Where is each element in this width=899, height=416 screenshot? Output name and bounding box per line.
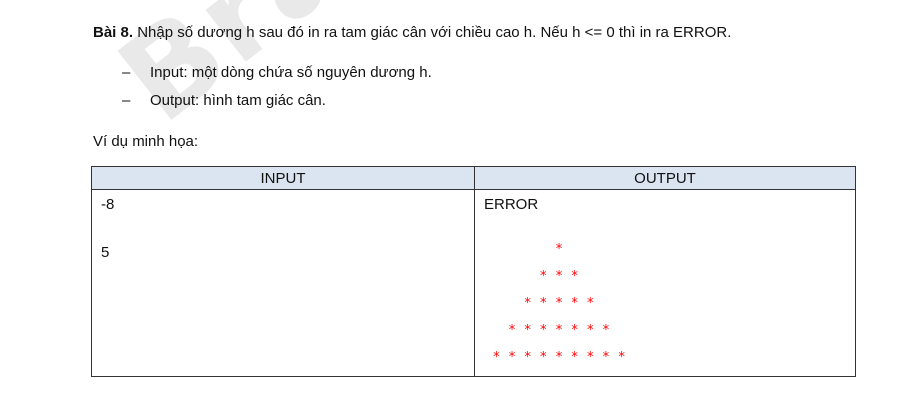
bullet-output: – Output: hình tam giác cân.: [122, 92, 326, 109]
problem-text: Nhập số dương h sau đó in ra tam giác câ…: [133, 24, 732, 41]
bullet-text: Input: một dòng chứa số nguyên dương h.: [150, 64, 432, 81]
triangle-row: * * * * * * * * *: [492, 350, 626, 365]
table-header-row: INPUT OUTPUT: [91, 166, 856, 190]
output-cell: ERROR * * * * * * * * * * * * * * * * * …: [474, 189, 856, 377]
table-row: -8 5 ERROR * * * * * * * * * * * * * * *…: [91, 189, 856, 377]
header-input: INPUT: [91, 166, 475, 190]
bullet-input: – Input: một dòng chứa số nguyên dương h.: [122, 64, 432, 81]
triangle-row: *: [555, 242, 563, 257]
input-cell: -8 5: [91, 189, 475, 377]
bullet-dash: –: [122, 92, 131, 109]
input-value: 5: [101, 244, 110, 261]
output-error: ERROR: [484, 196, 539, 213]
problem-title: Bài 8.: [93, 24, 134, 41]
example-label: Ví dụ minh họa:: [93, 133, 199, 150]
input-value: -8: [101, 196, 115, 213]
triangle-row: * * * * * * *: [508, 323, 610, 338]
bullet-dash: –: [122, 64, 131, 81]
example-table: INPUT OUTPUT -8 5 ERROR * * * * * * * * …: [91, 166, 856, 377]
triangle-row: * * * * *: [523, 296, 595, 311]
document: Bài 8. Nhập số dương h sau đó in ra tam …: [0, 0, 899, 416]
header-output: OUTPUT: [474, 166, 856, 190]
bullet-text: Output: hình tam giác cân.: [150, 92, 326, 109]
problem-statement: Bài 8. Nhập số dương h sau đó in ra tam …: [93, 24, 731, 41]
triangle-row: * * *: [539, 269, 579, 284]
